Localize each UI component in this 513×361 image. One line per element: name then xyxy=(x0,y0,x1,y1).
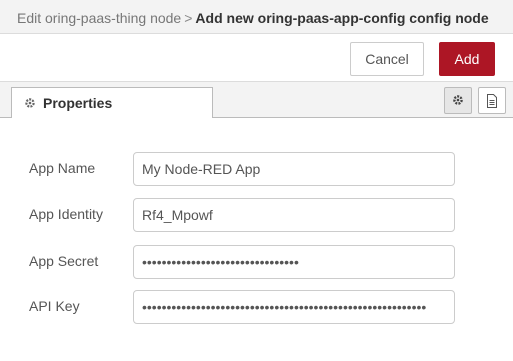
dialog-title: Add new oring-paas-app-config config nod… xyxy=(195,10,489,26)
app-secret-input[interactable] xyxy=(133,245,455,279)
node-settings-button[interactable] xyxy=(444,87,472,114)
app-name-input[interactable] xyxy=(133,152,455,186)
app-name-row: App Name xyxy=(29,152,489,186)
add-button[interactable]: Add xyxy=(439,42,495,76)
tab-properties[interactable]: Properties xyxy=(11,87,213,118)
tab-bar: Properties xyxy=(0,82,513,118)
breadcrumb: Edit oring-paas-thing node > Add new oring… xyxy=(17,10,489,26)
api-key-input[interactable] xyxy=(133,290,455,324)
app-secret-label: App Secret xyxy=(29,253,99,269)
tab-properties-label: Properties xyxy=(43,95,113,111)
dialog-toolbar: Cancel Add xyxy=(0,34,513,82)
app-name-label: App Name xyxy=(29,160,96,176)
gear-icon xyxy=(25,98,35,108)
breadcrumb-parent[interactable]: Edit oring-paas-thing node xyxy=(17,10,181,26)
properties-panel: App Name App Identity App Secret API Key xyxy=(0,118,513,361)
app-secret-row: App Secret xyxy=(29,245,489,279)
dialog-titlebar: Edit oring-paas-thing node > Add new oring… xyxy=(0,0,513,34)
app-identity-label: App Identity xyxy=(29,206,103,222)
document-icon xyxy=(487,94,497,108)
node-description-button[interactable] xyxy=(478,87,506,114)
gear-icon xyxy=(453,95,463,105)
cancel-button[interactable]: Cancel xyxy=(350,42,424,76)
app-identity-input[interactable] xyxy=(133,198,455,232)
api-key-label: API Key xyxy=(29,298,80,314)
breadcrumb-separator: > xyxy=(184,10,193,26)
api-key-row: API Key xyxy=(29,290,489,324)
app-identity-row: App Identity xyxy=(29,198,489,232)
